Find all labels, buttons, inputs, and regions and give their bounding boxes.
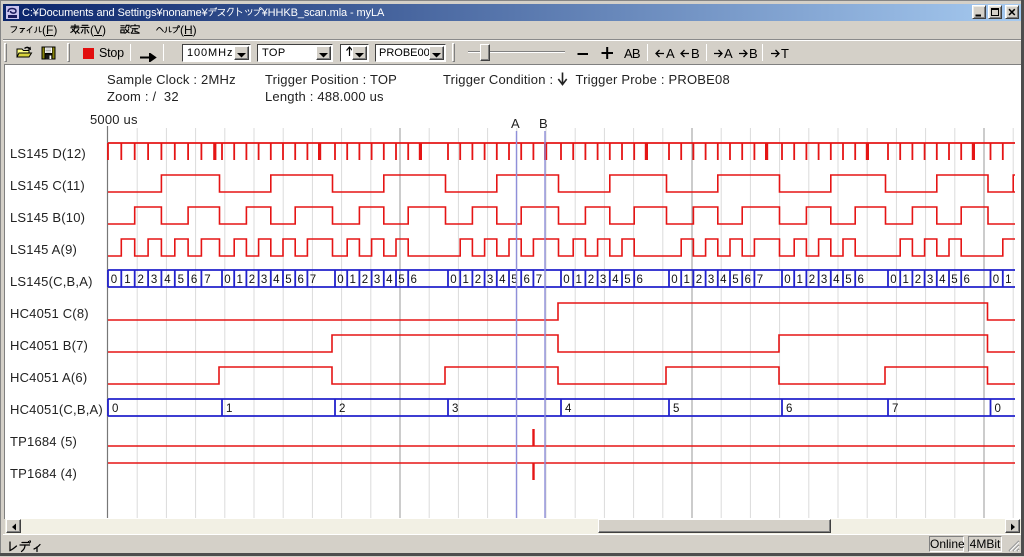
svg-text:5: 5 [732,274,738,286]
svg-text:3: 3 [708,274,714,286]
svg-text:0: 0 [563,274,569,286]
svg-text:6: 6 [963,274,969,286]
svg-text:3: 3 [821,274,827,286]
svg-text:2: 2 [915,274,921,286]
svg-text:7: 7 [892,403,898,415]
svg-text:6: 6 [636,274,642,286]
svg-text:4: 4 [833,274,840,286]
svg-text:2: 2 [339,403,345,415]
svg-text:5: 5 [285,274,291,286]
svg-text:5: 5 [673,403,679,415]
svg-text:1: 1 [1005,274,1011,286]
svg-text:0: 0 [337,274,343,286]
svg-text:7: 7 [204,274,210,286]
svg-text:4: 4 [612,274,619,286]
svg-text:4: 4 [273,274,280,286]
svg-text:2: 2 [696,274,702,286]
svg-text:4: 4 [939,274,946,286]
svg-text:4: 4 [565,403,572,415]
svg-text:4: 4 [386,274,393,286]
svg-text:6: 6 [786,403,792,415]
svg-text:1: 1 [683,274,689,286]
svg-text:5: 5 [951,274,957,286]
svg-text:3: 3 [927,274,933,286]
svg-text:0: 0 [890,274,896,286]
svg-text:0: 0 [450,274,456,286]
svg-text:0: 0 [993,274,999,286]
svg-text:0: 0 [995,403,1001,415]
svg-text:2: 2 [362,274,368,286]
svg-text:4: 4 [164,274,171,286]
svg-text:5: 5 [398,274,404,286]
svg-text:3: 3 [600,274,606,286]
svg-text:3: 3 [151,274,157,286]
svg-text:2: 2 [137,274,143,286]
svg-text:0: 0 [784,274,790,286]
svg-text:6: 6 [744,274,750,286]
svg-text:7: 7 [757,274,763,286]
svg-text:1: 1 [902,274,908,286]
svg-text:6: 6 [523,274,529,286]
svg-text:5: 5 [845,274,851,286]
svg-text:5: 5 [624,274,630,286]
svg-text:1: 1 [462,274,468,286]
svg-text:2: 2 [809,274,815,286]
svg-text:3: 3 [452,403,458,415]
svg-text:0: 0 [111,274,117,286]
svg-text:1: 1 [236,274,242,286]
svg-text:6: 6 [191,274,197,286]
svg-text:7: 7 [536,274,542,286]
svg-text:1: 1 [349,274,355,286]
svg-text:6: 6 [857,274,863,286]
svg-text:2: 2 [475,274,481,286]
svg-text:3: 3 [374,274,380,286]
svg-text:1: 1 [575,274,581,286]
svg-text:0: 0 [671,274,677,286]
svg-text:3: 3 [487,274,493,286]
svg-text:5: 5 [178,274,184,286]
svg-text:7: 7 [310,274,316,286]
svg-text:2: 2 [588,274,594,286]
svg-text:3: 3 [261,274,267,286]
svg-text:1: 1 [796,274,802,286]
svg-text:1: 1 [226,403,232,415]
svg-text:6: 6 [410,274,416,286]
svg-text:0: 0 [224,274,230,286]
svg-text:4: 4 [499,274,506,286]
svg-text:4: 4 [720,274,727,286]
svg-text:0: 0 [112,403,118,415]
svg-text:2: 2 [249,274,255,286]
svg-text:1: 1 [124,274,130,286]
svg-text:6: 6 [297,274,303,286]
